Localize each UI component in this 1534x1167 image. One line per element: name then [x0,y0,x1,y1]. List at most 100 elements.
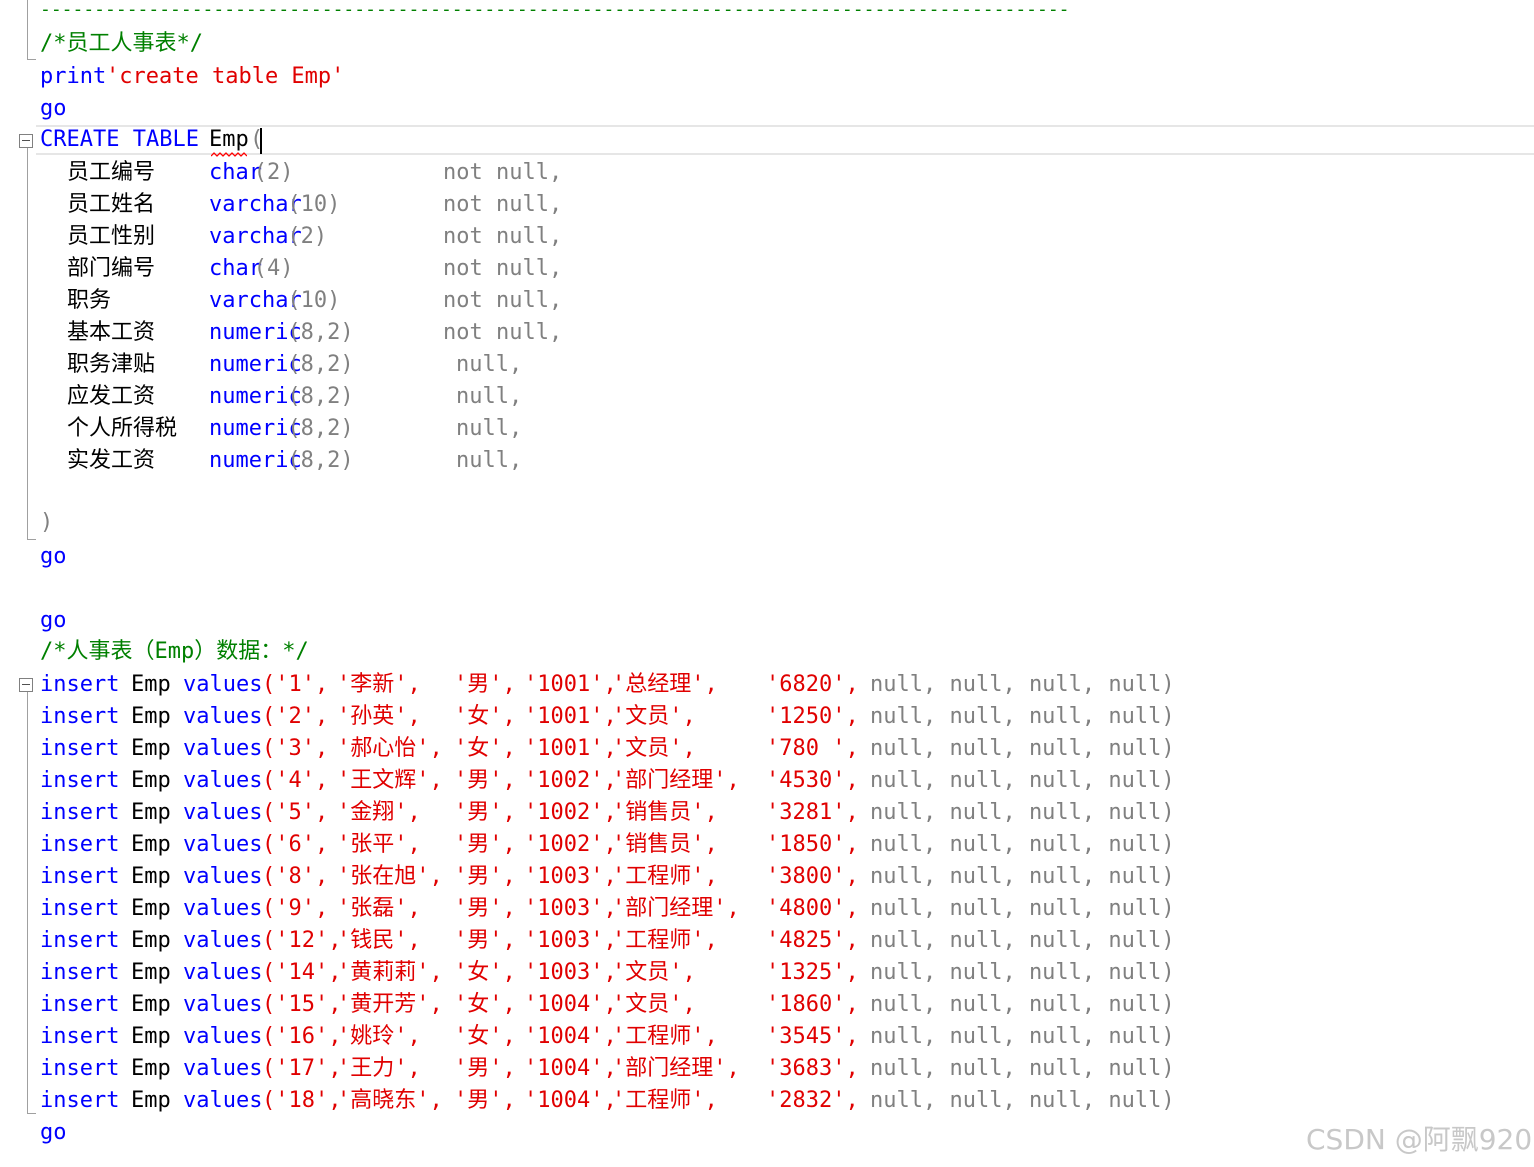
column-name: 员工性别 [67,224,156,249]
column-size: (10) [287,288,341,313]
collapse-toggle-icon[interactable] [19,678,33,692]
insert-nulls: null, null, null, null) [870,800,1175,825]
insert-sex: '男', [454,896,516,921]
insert-id: ('9', [262,896,329,921]
values-keyword: values [183,768,263,793]
insert-dept: '1003', [524,864,617,889]
insert-table-name: Emp [131,896,171,921]
column-constraint: not null, [443,256,563,281]
insert-dept: '1003', [524,896,617,921]
insert-keyword: insert [40,1056,120,1081]
insert-sex: '男', [454,928,516,953]
insert-sex: '女', [454,704,516,729]
insert-nulls: null, null, null, null) [870,672,1175,697]
insert-sex: '男', [454,768,516,793]
insert-salary: '6820', [766,672,859,697]
outline-guide [27,148,28,540]
insert-job: '销售员', [612,800,718,825]
insert-sex: '女', [454,992,516,1017]
column-name: 员工编号 [67,160,156,185]
insert-table-name: Emp [131,672,171,697]
insert-keyword: insert [40,832,120,857]
insert-id: ('6', [262,832,329,857]
insert-salary: '4800', [766,896,859,921]
collapse-toggle-icon[interactable] [19,134,33,148]
column-size: (8,2) [287,320,354,345]
insert-job: '文员', [612,736,696,761]
column-size: (8,2) [287,448,354,473]
column-constraint: not null, [443,288,563,313]
go-statement: go [40,1120,67,1145]
insert-table-name: Emp [131,928,171,953]
values-keyword: values [183,864,263,889]
insert-salary: '780 ', [766,736,859,761]
insert-dept: '1001', [524,736,617,761]
insert-nulls: null, null, null, null) [870,992,1175,1017]
insert-name: '钱民', [337,928,421,953]
insert-keyword: insert [40,704,120,729]
insert-id: ('8', [262,864,329,889]
insert-dept: '1004', [524,1088,617,1113]
column-constraint: null, [456,448,523,473]
insert-keyword: insert [40,864,120,889]
insert-table-name: Emp [131,800,171,825]
insert-dept: '1004', [524,1056,617,1081]
close-paren: ) [40,510,54,535]
insert-keyword: insert [40,1024,120,1049]
insert-keyword: insert [40,928,120,953]
insert-name: '张平', [337,832,421,857]
insert-salary: '4825', [766,928,859,953]
insert-id: ('1', [262,672,329,697]
insert-id: ('12', [262,928,342,953]
insert-salary: '3281', [766,800,859,825]
values-keyword: values [183,896,263,921]
values-keyword: values [183,672,263,697]
insert-job: '总经理', [612,672,718,697]
insert-nulls: null, null, null, null) [870,704,1175,729]
column-name: 应发工资 [67,384,156,409]
insert-name: '李新', [337,672,421,697]
insert-table-name: Emp [131,1088,171,1113]
insert-job: '部门经理', [612,896,740,921]
insert-table-name: Emp [131,832,171,857]
insert-name: '姚玲', [337,1024,421,1049]
values-keyword: values [183,704,263,729]
insert-sex: '男', [454,832,516,857]
outline-guide [27,1113,36,1114]
insert-dept: '1002', [524,768,617,793]
insert-job: '文员', [612,960,696,985]
data-comment: /*人事表（Emp）数据：*/ [40,639,309,664]
insert-id: ('17', [262,1056,342,1081]
insert-keyword: insert [40,768,120,793]
insert-id: ('18', [262,1088,342,1113]
insert-salary: '1860', [766,992,859,1017]
column-constraint: not null, [443,160,563,185]
outline-guide [27,0,28,60]
insert-id: ('5', [262,800,329,825]
insert-keyword: insert [40,896,120,921]
insert-nulls: null, null, null, null) [870,1088,1175,1113]
print-string: 'create table Emp' [106,64,345,89]
insert-nulls: null, null, null, null) [870,896,1175,921]
table-name: Emp [209,127,249,152]
insert-name: '张在旭', [337,864,443,889]
insert-name: '郝心怡', [337,736,443,761]
insert-keyword: insert [40,672,120,697]
watermark: CSDN @阿飘920 [1306,1123,1533,1156]
column-name: 职务津贴 [67,352,156,377]
outline-guide [27,59,36,60]
insert-dept: '1004', [524,1024,617,1049]
insert-keyword: insert [40,960,120,985]
create-table-line: CREATE TABLE Emp ( [40,124,263,156]
insert-keyword: insert [40,736,120,761]
outline-guide [27,692,28,1114]
sql-code-editor[interactable]: ----------------------------------------… [0,0,1534,1167]
column-constraint: not null, [443,224,563,249]
insert-nulls: null, null, null, null) [870,736,1175,761]
insert-salary: '2832', [766,1088,859,1113]
insert-name: '王文辉', [337,768,443,793]
insert-sex: '男', [454,1056,516,1081]
insert-sex: '女', [454,1024,516,1049]
insert-keyword: insert [40,1088,120,1113]
column-size: (8,2) [287,416,354,441]
